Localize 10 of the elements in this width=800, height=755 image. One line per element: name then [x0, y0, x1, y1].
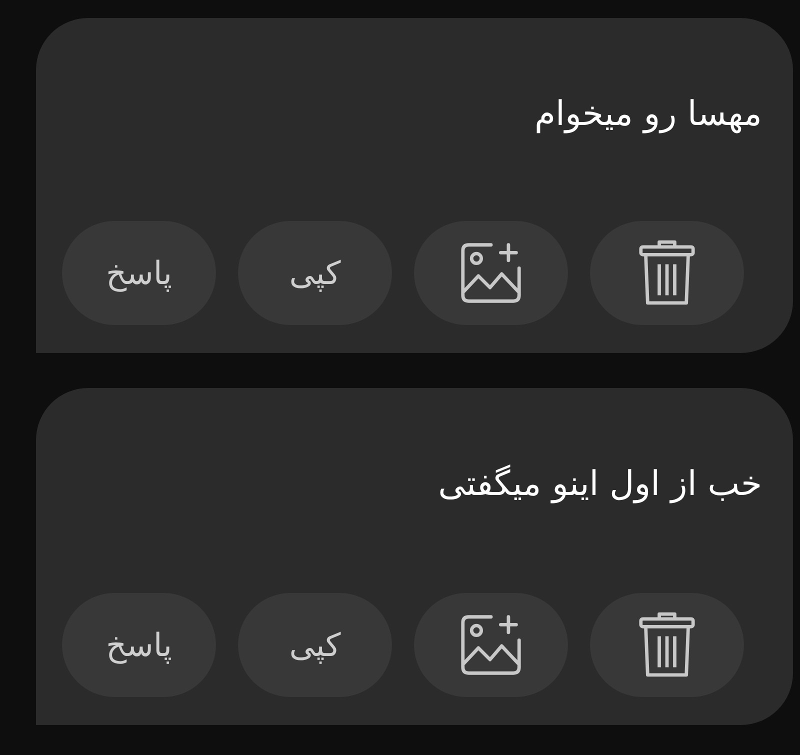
action-button[interactable]: پاسخ: [62, 593, 216, 697]
action-button[interactable]: پاسخ: [62, 221, 216, 325]
message-text: خب از اول اینو میگفتی: [438, 463, 762, 506]
trash-icon: [638, 239, 696, 307]
action-button[interactable]: کپی: [238, 593, 392, 697]
trash-icon: [638, 611, 696, 679]
add-image-icon: [459, 613, 523, 677]
message-text: مهسا رو میخوام: [534, 93, 762, 136]
add-image-icon: [459, 241, 523, 305]
action-button[interactable]: کپی: [238, 221, 392, 325]
